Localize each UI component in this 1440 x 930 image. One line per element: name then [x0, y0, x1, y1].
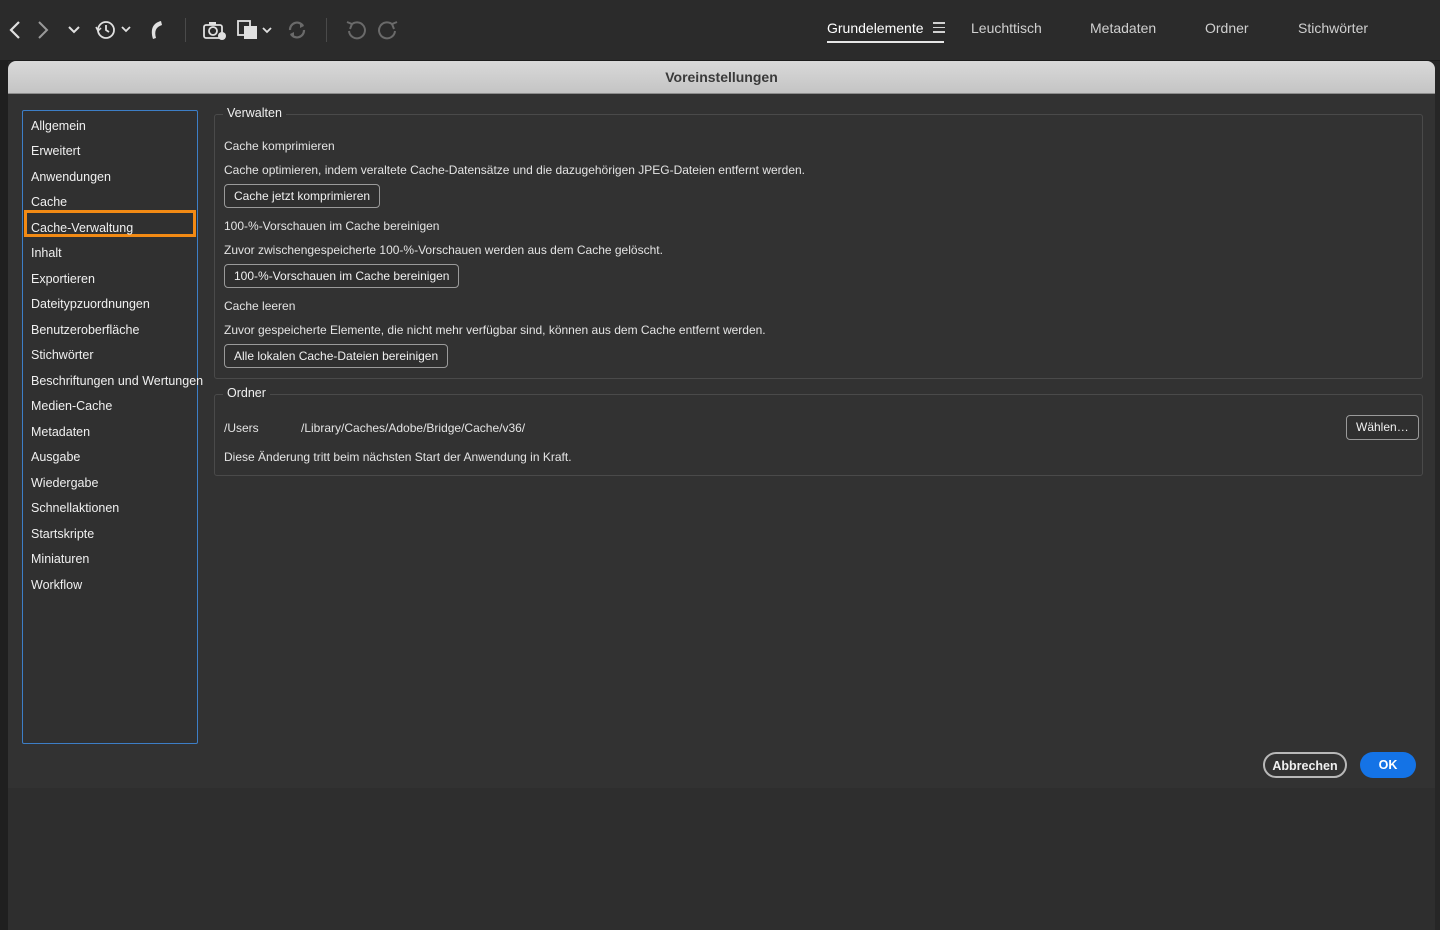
category-item-ausgabe[interactable]: Ausgabe	[31, 449, 80, 465]
boomerang-icon[interactable]	[146, 16, 166, 44]
active-workspace-indicator	[827, 41, 944, 43]
category-item-benutzeroberflaeche[interactable]: Benutzeroberfläche	[31, 322, 139, 338]
forward-icon[interactable]	[34, 16, 52, 44]
cache-path-prefix: /Users	[224, 421, 259, 435]
app-toolbar: Grundelemente Leuchttisch Metadaten Ordn…	[0, 0, 1440, 61]
category-item-exportieren[interactable]: Exportieren	[31, 271, 95, 287]
compact-description: Cache optimieren, indem veraltete Cache-…	[224, 163, 806, 177]
camera-get-photos-icon[interactable]	[202, 16, 228, 44]
workspace-tab-stichwoerter[interactable]: Stichwörter	[1298, 20, 1368, 36]
workspace-tab-grundelemente[interactable]: Grundelemente	[827, 20, 924, 36]
category-item-cache-verwaltung[interactable]: Cache-Verwaltung	[31, 220, 133, 236]
category-item-schnellaktionen[interactable]: Schnellaktionen	[31, 500, 119, 516]
category-item-medien-cache[interactable]: Medien-Cache	[31, 398, 112, 414]
manage-group: Verwalten Cache komprimieren Cache optim…	[214, 106, 1423, 379]
category-list: Allgemein Erweitert Anwendungen Cache Ca…	[22, 110, 203, 744]
category-item-allgemein[interactable]: Allgemein	[31, 118, 86, 134]
manage-legend: Verwalten	[223, 106, 286, 120]
category-item-dateitypzuordnungen[interactable]: Dateitypzuordnungen	[31, 296, 150, 312]
clear-cache-description: Zuvor gespeicherte Elemente, die nicht m…	[224, 323, 766, 337]
restart-note: Diese Änderung tritt beim nächsten Start…	[224, 450, 572, 464]
recent-history-icon[interactable]	[94, 16, 134, 44]
category-item-miniaturen[interactable]: Miniaturen	[31, 551, 89, 567]
compact-heading: Cache komprimieren	[224, 139, 335, 153]
folder-group: Ordner /Users /Library/Caches/Adobe/Brid…	[214, 386, 1423, 476]
purge-previews-button[interactable]: 100-%-Vorschauen im Cache bereinigen	[224, 264, 460, 288]
category-item-startskripte[interactable]: Startskripte	[31, 526, 94, 542]
dialog-footer-area	[8, 788, 1435, 930]
copy-stack-icon[interactable]	[236, 16, 276, 44]
back-icon[interactable]	[6, 16, 24, 44]
folder-legend: Ordner	[223, 386, 270, 400]
redo-rotate-icon[interactable]	[376, 16, 400, 44]
chevron-down-icon[interactable]	[66, 16, 82, 44]
category-item-workflow[interactable]: Workflow	[31, 577, 82, 593]
workspace-tab-leuchttisch[interactable]: Leuchttisch	[971, 20, 1042, 36]
compact-cache-button[interactable]: Cache jetzt komprimieren	[224, 184, 381, 208]
category-item-erweitert[interactable]: Erweitert	[31, 143, 80, 159]
choose-folder-button[interactable]: Wählen…	[1346, 415, 1419, 440]
category-item-stichwoerter[interactable]: Stichwörter	[31, 347, 94, 363]
clear-cache-heading: Cache leeren	[224, 299, 296, 313]
category-item-cache[interactable]: Cache	[31, 194, 67, 210]
workspace-menu-icon[interactable]	[933, 22, 945, 36]
cancel-button[interactable]: Abbrechen	[1263, 752, 1347, 778]
category-item-inhalt[interactable]: Inhalt	[31, 245, 62, 261]
workspace-tab-metadaten[interactable]: Metadaten	[1090, 20, 1156, 36]
preferences-dialog: Voreinstellungen Allgemein Erweitert Anw…	[8, 61, 1435, 930]
workspace-tab-ordner[interactable]: Ordner	[1205, 20, 1249, 36]
ok-button[interactable]: OK	[1360, 752, 1416, 778]
category-item-wiedergabe[interactable]: Wiedergabe	[31, 475, 98, 491]
background-app-frame	[0, 60, 8, 930]
purge-all-local-cache-button[interactable]: Alle lokalen Cache-Dateien bereinigen	[224, 344, 449, 368]
undo-rotate-icon[interactable]	[344, 16, 368, 44]
previews-heading: 100-%-Vorschauen im Cache bereinigen	[224, 219, 440, 233]
previews-description: Zuvor zwischengespeicherte 100-%-Vorscha…	[224, 243, 663, 257]
category-item-metadaten[interactable]: Metadaten	[31, 424, 90, 440]
cache-path-suffix: /Library/Caches/Adobe/Bridge/Cache/v36/	[301, 421, 526, 435]
category-item-beschriftungen[interactable]: Beschriftungen und Wertungen	[31, 373, 203, 389]
refresh-icon[interactable]	[285, 16, 309, 44]
dialog-title: Voreinstellungen	[8, 61, 1435, 94]
category-item-anwendungen[interactable]: Anwendungen	[31, 169, 111, 185]
